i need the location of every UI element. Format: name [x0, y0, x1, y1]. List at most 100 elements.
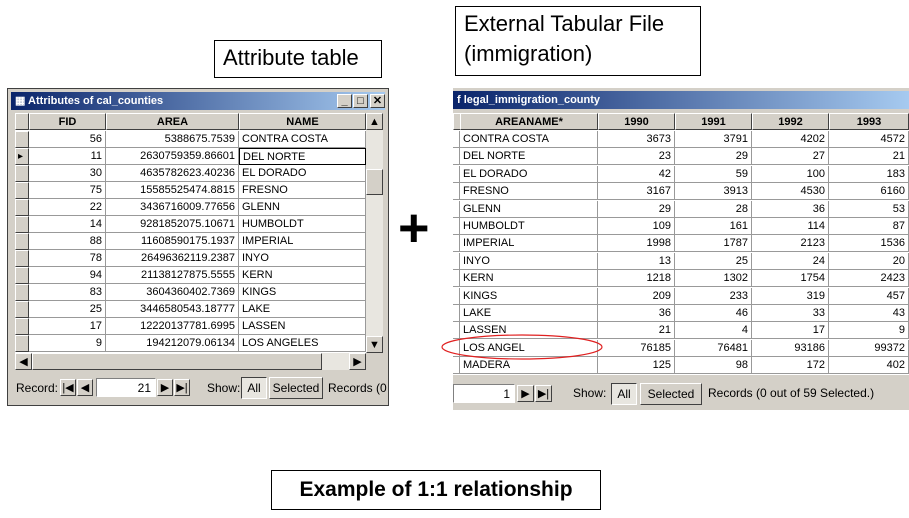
table-cell[interactable]: EL DORADO — [460, 165, 598, 183]
table-cell[interactable]: 22 — [29, 199, 106, 216]
table-cell[interactable]: 17 — [29, 318, 106, 335]
table-cell[interactable]: 29 — [598, 200, 675, 218]
table-cell[interactable]: 4572 — [829, 131, 909, 148]
table-cell[interactable]: INYO — [460, 252, 598, 270]
table-cell[interactable]: 5388675.7539 — [106, 131, 239, 148]
table-cell[interactable]: 3673 — [598, 131, 675, 148]
table-cell[interactable]: 53 — [829, 200, 909, 218]
table-cell[interactable]: 3436716009.77656 — [106, 199, 239, 216]
table-cell[interactable]: 319 — [752, 287, 829, 305]
table-cell[interactable]: 76185 — [598, 339, 675, 357]
hscroll-thumb[interactable] — [32, 353, 322, 370]
row-selector[interactable] — [453, 287, 460, 305]
row-selector[interactable] — [15, 233, 29, 250]
row-selector[interactable] — [15, 335, 29, 352]
minimize-button[interactable]: _ — [337, 94, 352, 108]
table-cell[interactable]: KERN — [239, 267, 366, 284]
first-record-button[interactable]: |◀ — [60, 379, 76, 396]
table-cell[interactable]: 1218 — [598, 270, 675, 288]
table-cell[interactable]: 2423 — [829, 270, 909, 288]
scroll-thumb[interactable] — [366, 169, 383, 195]
table-cell[interactable]: 93186 — [752, 339, 829, 357]
table-cell[interactable]: HUMBOLDT — [239, 216, 366, 233]
table-cell[interactable]: 100 — [752, 165, 829, 183]
row-selector[interactable] — [15, 284, 29, 301]
row-selector[interactable] — [453, 200, 460, 218]
row-selector[interactable] — [453, 165, 460, 183]
table-cell[interactable]: 233 — [675, 287, 752, 305]
table-cell[interactable]: GLENN — [460, 200, 598, 218]
row-selector[interactable] — [15, 301, 29, 318]
table-cell[interactable]: CONTRA COSTA — [239, 131, 366, 148]
table-cell[interactable]: 1536 — [829, 235, 909, 253]
table-cell[interactable]: 1998 — [598, 235, 675, 253]
table-cell[interactable]: FRESNO — [239, 182, 366, 199]
table-cell[interactable]: IMPERIAL — [239, 233, 366, 250]
row-selector[interactable] — [453, 218, 460, 235]
table-cell[interactable]: 11 — [29, 148, 106, 165]
row-selector[interactable] — [15, 131, 29, 148]
table-cell[interactable]: 114 — [752, 218, 829, 235]
header-selector[interactable] — [15, 113, 29, 130]
next-record-button[interactable]: ▶ — [517, 385, 534, 402]
table-cell[interactable]: INYO — [239, 250, 366, 267]
table-cell[interactable]: LASSEN — [239, 318, 366, 335]
table-cell[interactable]: 3791 — [675, 131, 752, 148]
table-cell[interactable]: DEL NORTE — [239, 148, 366, 165]
maximize-button[interactable]: □ — [353, 94, 368, 108]
table-cell[interactable]: 11608590175.1937 — [106, 233, 239, 250]
row-selector[interactable] — [453, 148, 460, 166]
table-cell[interactable]: CONTRA COSTA — [460, 131, 598, 148]
table-cell[interactable]: 9281852075.10671 — [106, 216, 239, 233]
table-cell[interactable]: 24 — [752, 252, 829, 270]
table-cell[interactable]: 4530 — [752, 183, 829, 201]
table-cell[interactable]: 28 — [675, 200, 752, 218]
table-cell[interactable]: 172 — [752, 357, 829, 375]
row-selector[interactable] — [15, 318, 29, 335]
table-cell[interactable]: 30 — [29, 165, 106, 182]
table-cell[interactable]: 87 — [829, 218, 909, 235]
table-cell[interactable]: 209 — [598, 287, 675, 305]
scroll-up-button[interactable]: ▲ — [366, 113, 383, 130]
table-cell[interactable]: 59 — [675, 165, 752, 183]
table-cell[interactable]: 25 — [675, 252, 752, 270]
row-selector[interactable] — [453, 305, 460, 322]
table-cell[interactable]: 29 — [675, 148, 752, 166]
table-cell[interactable]: 21 — [829, 148, 909, 166]
column-header-1992[interactable]: 1992 — [752, 113, 829, 130]
table-cell[interactable]: 42 — [598, 165, 675, 183]
scroll-down-button[interactable]: ▼ — [366, 336, 383, 353]
row-selector[interactable] — [453, 183, 460, 201]
table-cell[interactable]: 109 — [598, 218, 675, 235]
table-cell[interactable]: 2123 — [752, 235, 829, 253]
last-record-button[interactable]: ▶| — [174, 379, 190, 396]
table-cell[interactable]: 21138127875.5555 — [106, 267, 239, 284]
column-header-1993[interactable]: 1993 — [829, 113, 909, 130]
table-cell[interactable]: 46 — [675, 305, 752, 322]
table-cell[interactable]: 2630759359.86601 — [106, 148, 239, 165]
table-cell[interactable]: 9 — [829, 322, 909, 340]
last-record-button[interactable]: ▶| — [535, 385, 552, 402]
column-header-1990[interactable]: 1990 — [598, 113, 675, 130]
table-cell[interactable]: KINGS — [460, 287, 598, 305]
scroll-right-button[interactable]: ▶ — [349, 353, 366, 370]
table-cell[interactable]: 183 — [829, 165, 909, 183]
table-cell[interactable]: 4202 — [752, 131, 829, 148]
table-cell[interactable]: 36 — [598, 305, 675, 322]
table-cell[interactable]: 56 — [29, 131, 106, 148]
table-cell[interactable]: 1302 — [675, 270, 752, 288]
show-selected-button[interactable]: Selected — [640, 383, 702, 405]
table-cell[interactable]: 12220137781.6995 — [106, 318, 239, 335]
table-cell[interactable]: 99372 — [829, 339, 909, 357]
table-cell[interactable]: LOS ANGELES — [239, 335, 366, 352]
table-cell[interactable]: LAKE — [239, 301, 366, 318]
table-cell[interactable]: HUMBOLDT — [460, 218, 598, 235]
table-cell[interactable]: 25 — [29, 301, 106, 318]
table-cell[interactable]: IMPERIAL — [460, 235, 598, 253]
table-cell[interactable]: 3167 — [598, 183, 675, 201]
table-cell[interactable]: DEL NORTE — [460, 148, 598, 166]
show-all-button[interactable]: All — [241, 377, 267, 399]
table-cell[interactable]: 83 — [29, 284, 106, 301]
column-header-area[interactable]: AREA — [106, 113, 239, 130]
table-cell[interactable]: 33 — [752, 305, 829, 322]
